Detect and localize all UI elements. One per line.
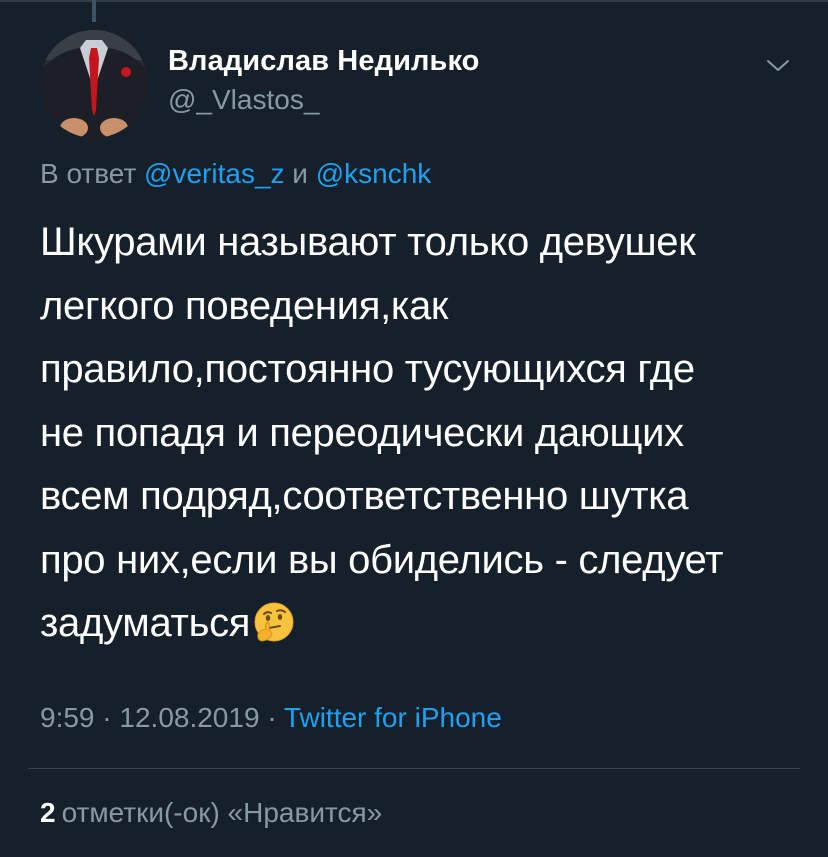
author-handle[interactable]: @_Vlastos_: [168, 84, 319, 116]
tweet-text-line: Шкурами называют только девушек: [40, 220, 696, 264]
tweet-date: 12.08.2019: [119, 702, 260, 733]
mention-link-ksnchk[interactable]: @ksnchk: [316, 158, 432, 189]
meta-separator: ·: [102, 702, 112, 733]
mention-link-veritas[interactable]: @veritas_z: [144, 158, 284, 189]
divider: [28, 768, 800, 769]
avatar[interactable]: [40, 30, 148, 138]
likes-label: отметки(-ок) «Нравится»: [61, 797, 383, 828]
tweet-text-last-line: задуматься: [40, 592, 810, 656]
reply-prefix: В ответ: [40, 158, 137, 189]
avatar-image: [40, 30, 148, 138]
tweet-text-line: легкого поведения,как: [40, 283, 449, 328]
meta-separator: ·: [267, 702, 277, 733]
tweet-source-link[interactable]: Twitter for iPhone: [284, 702, 502, 733]
tweet-text-line: задуматься: [40, 601, 251, 645]
thinking-face-emoji: [254, 602, 294, 642]
tweet-text-line: не попадя и переодически дающих: [40, 410, 684, 455]
likes-count: 2: [40, 797, 56, 828]
tweet-meta: 9:59 · 12.08.2019 · Twitter for iPhone: [40, 702, 502, 734]
tweet-time: 9:59: [40, 702, 95, 733]
tweet-text-line: про них,если вы обиделись - следует: [40, 537, 724, 582]
reply-joiner: и: [292, 158, 308, 189]
likes-stat[interactable]: 2 отметки(-ок) «Нравится»: [40, 797, 382, 829]
chevron-down-icon[interactable]: [764, 56, 792, 76]
tweet-text-line: правило,постоянно тусующихся где: [40, 347, 695, 391]
tweet-text-line: всем подряд,соответственно шутка: [40, 474, 689, 518]
reply-context: В ответ @veritas_z и @ksnchk: [40, 158, 431, 190]
tweet-text: Шкурами называют только девушек легкого …: [40, 211, 810, 656]
top-divider: [0, 0, 828, 4]
thread-connector-line: [92, 0, 96, 22]
author-name[interactable]: Владислав Недилько: [168, 45, 480, 78]
